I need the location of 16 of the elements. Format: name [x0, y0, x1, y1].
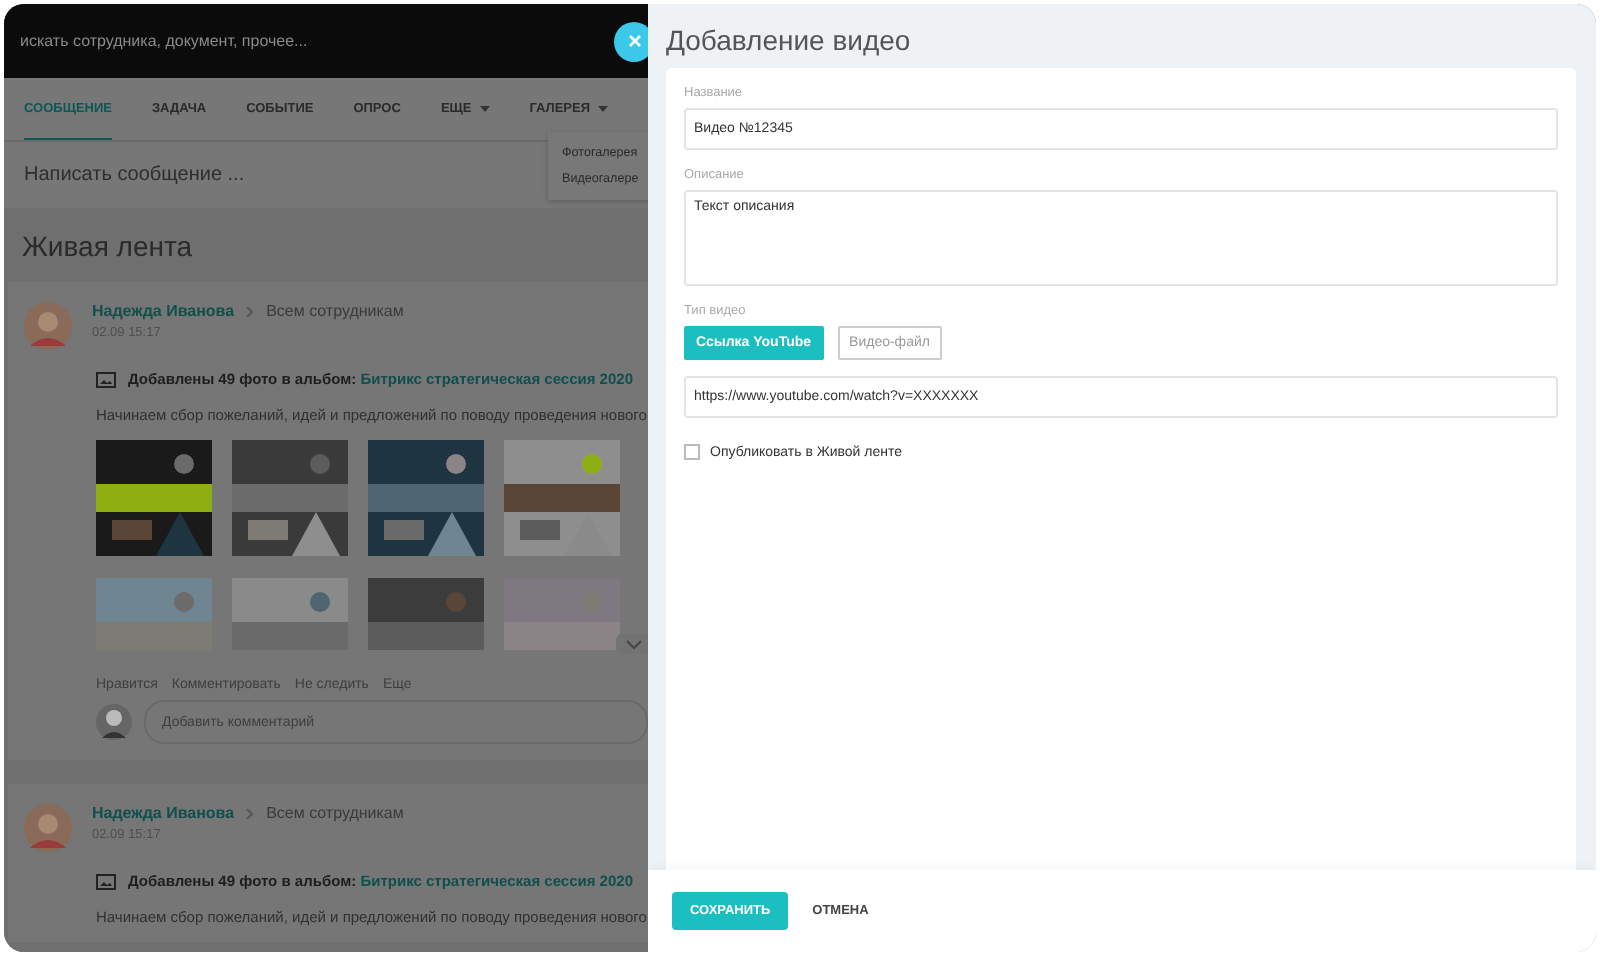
feed-title: Живая лента	[20, 228, 195, 266]
avatar	[96, 704, 132, 740]
avatar	[24, 804, 72, 852]
image-icon	[96, 873, 116, 889]
author-link[interactable]: Надежда Иванова	[92, 302, 235, 320]
author-link[interactable]: Надежда Иванова	[92, 804, 235, 822]
panel-title: Добавление видео	[664, 22, 913, 60]
close-icon	[627, 34, 641, 48]
audience-label: Всем сотрудникам	[266, 804, 404, 822]
avatar	[24, 302, 72, 350]
checkbox[interactable]	[684, 444, 700, 460]
image-icon	[96, 371, 116, 387]
close-button[interactable]	[614, 21, 648, 61]
message-field[interactable]: Написать сообщение ...	[24, 164, 245, 186]
audience-label: Всем сотрудникам	[266, 302, 404, 320]
search-field[interactable]: искать сотрудника, документ, прочее...	[20, 32, 308, 50]
